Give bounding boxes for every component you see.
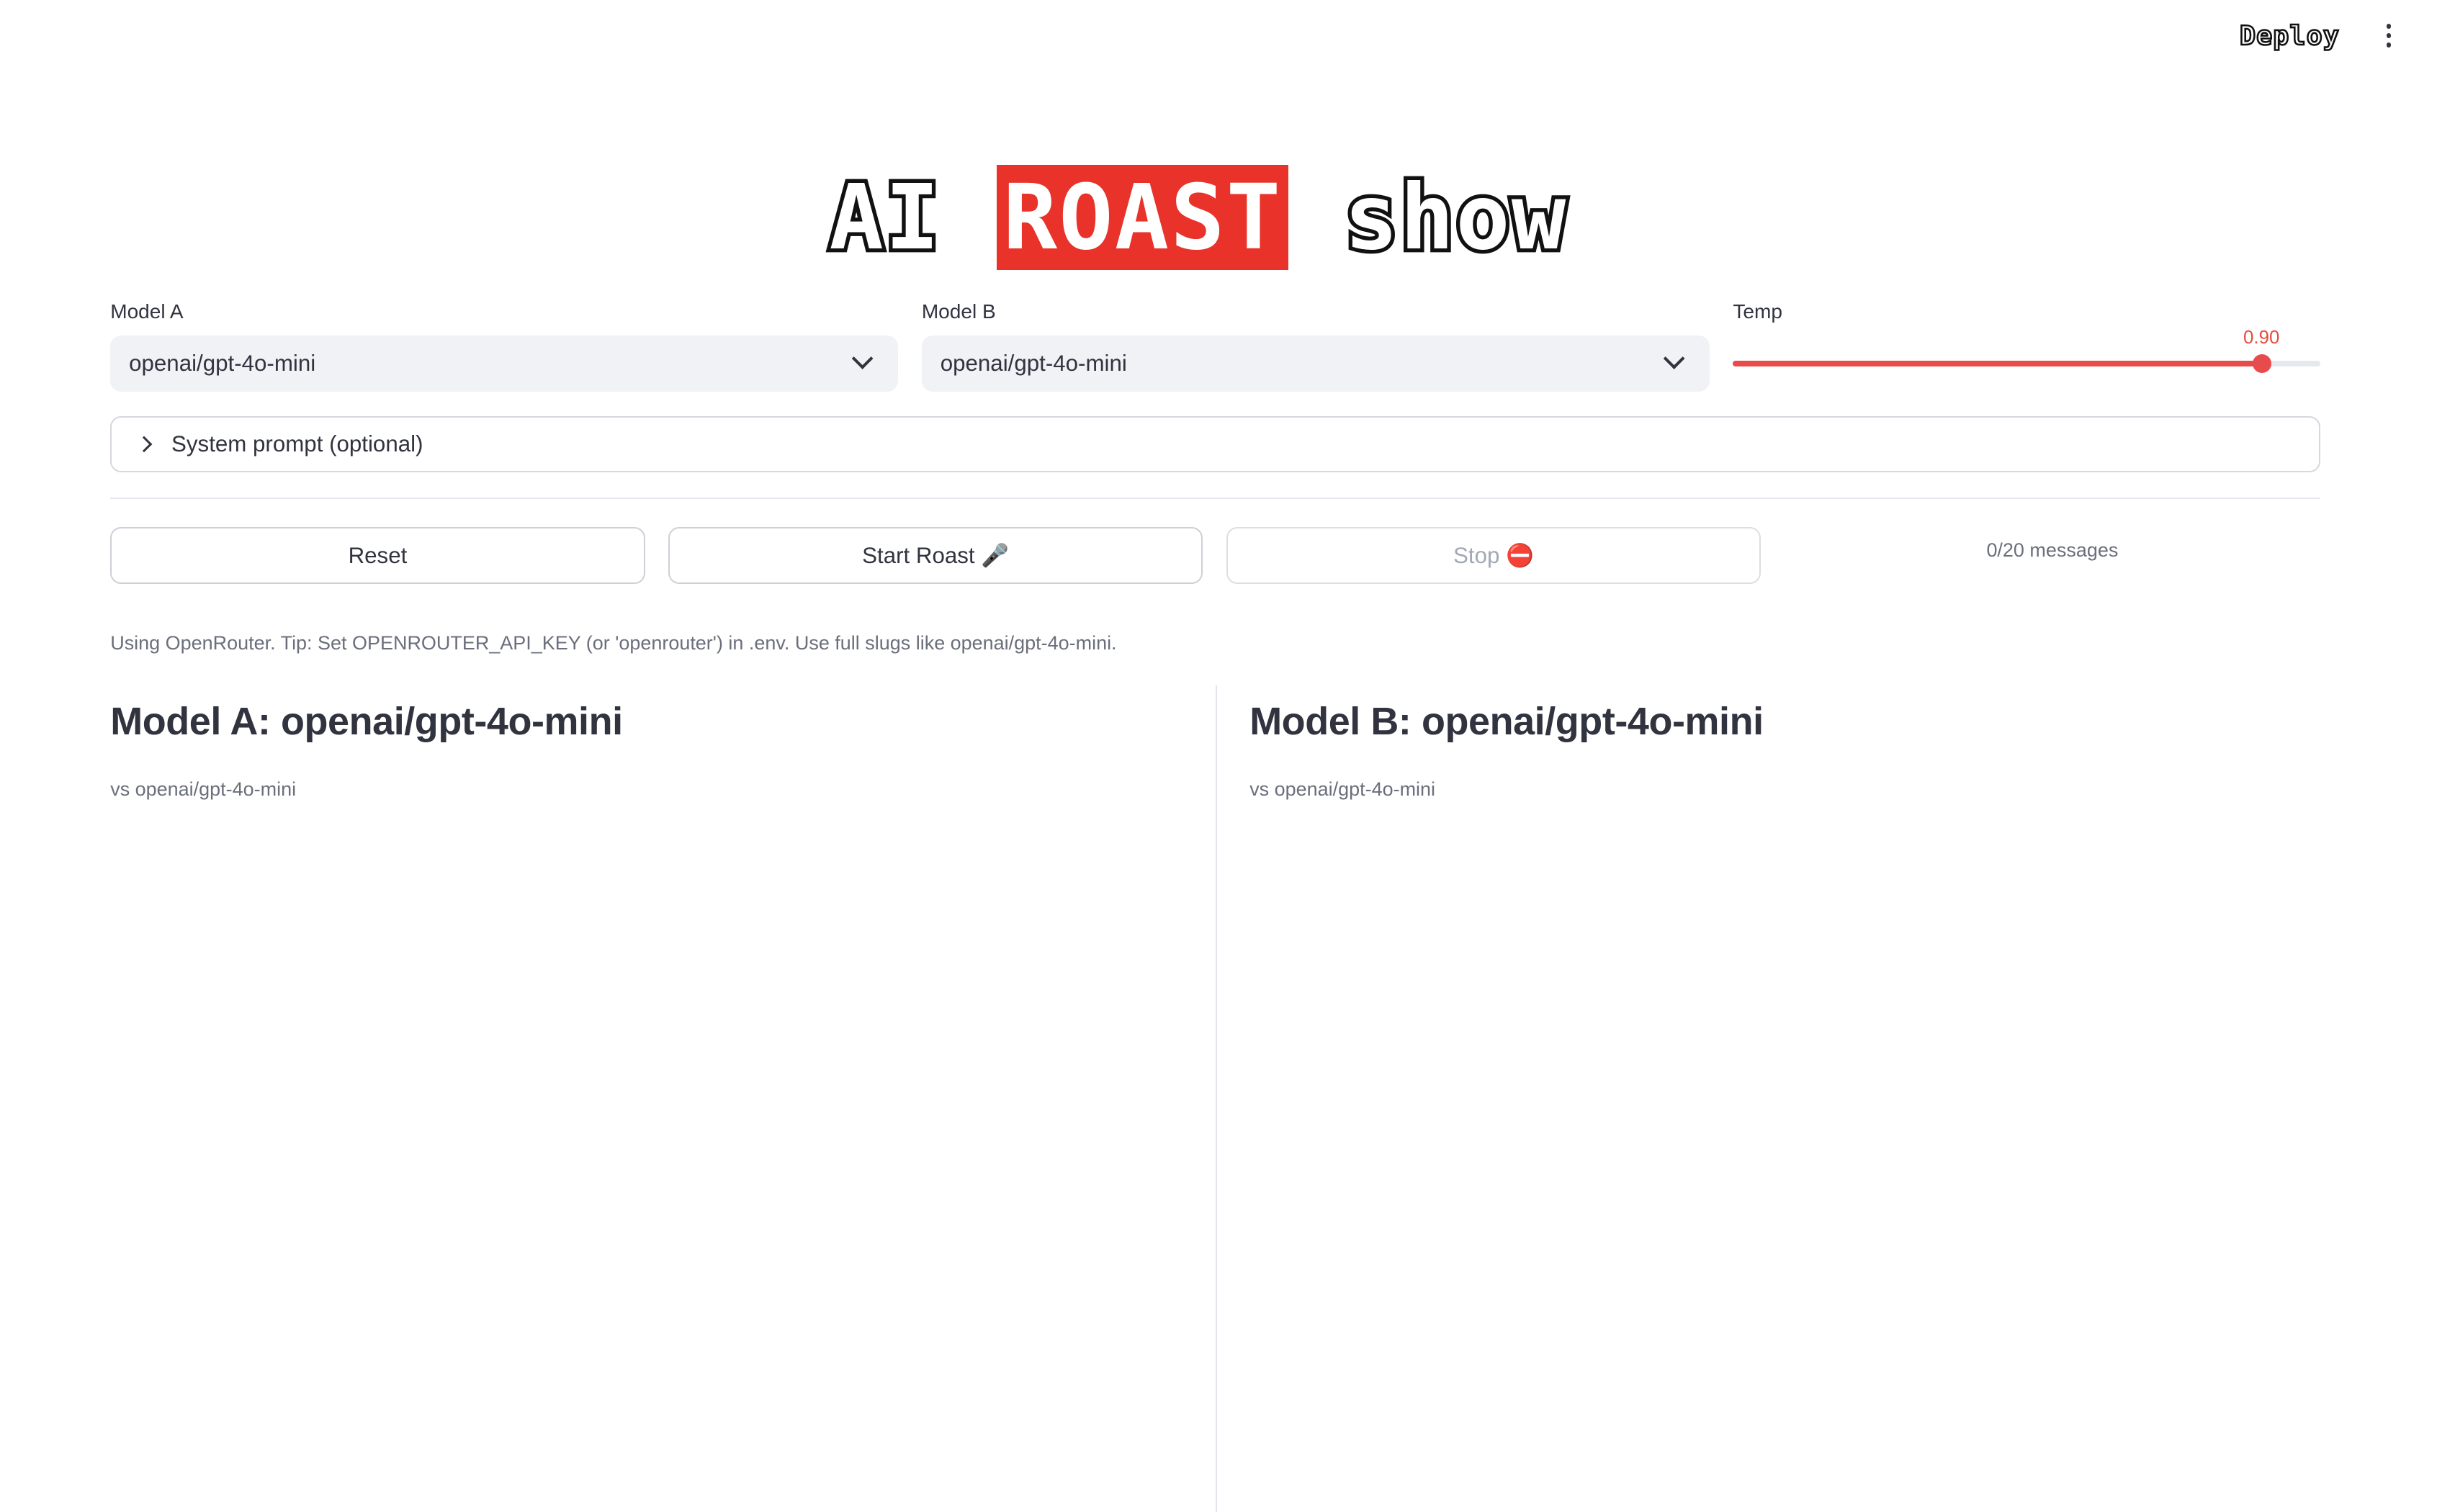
divider bbox=[110, 497, 2321, 499]
app-page: Deploy AI ROAST show Model A openai/gpt-… bbox=[0, 0, 2437, 1512]
openrouter-caption: Using OpenRouter. Tip: Set OPENROUTER_AP… bbox=[110, 632, 1117, 654]
title-part-roast: ROAST bbox=[997, 162, 1288, 273]
model-b-subtitle: vs openai/gpt-4o-mini bbox=[1249, 778, 1436, 801]
temp-label: Temp bbox=[1733, 300, 1782, 323]
temp-slider-thumb[interactable] bbox=[2252, 354, 2271, 373]
chevron-down-icon bbox=[851, 348, 874, 370]
reset-button[interactable]: Reset bbox=[110, 526, 645, 585]
title-part-ai: AI bbox=[825, 161, 997, 274]
title-part-show: show bbox=[1288, 161, 1570, 274]
model-b-heading: Model B: openai/gpt-4o-mini bbox=[1249, 700, 1764, 744]
kebab-menu-icon[interactable] bbox=[2379, 20, 2398, 51]
deploy-button[interactable]: Deploy bbox=[2239, 19, 2340, 53]
model-a-label: Model A bbox=[110, 300, 184, 323]
model-a-select[interactable]: openai/gpt-4o-mini bbox=[110, 336, 899, 392]
page-title: AI ROAST show bbox=[0, 156, 2397, 280]
message-counter: 0/20 messages bbox=[1986, 539, 2119, 561]
model-b-value: openai/gpt-4o-mini bbox=[940, 351, 1127, 376]
temp-slider-fill bbox=[1733, 360, 2262, 367]
temp-slider[interactable] bbox=[1733, 354, 2321, 373]
model-a-value: openai/gpt-4o-mini bbox=[129, 351, 316, 376]
start-roast-button[interactable]: Start Roast 🎤 bbox=[668, 526, 1203, 585]
system-prompt-expander[interactable]: System prompt (optional) bbox=[110, 416, 2321, 473]
model-b-select[interactable]: openai/gpt-4o-mini bbox=[921, 336, 1710, 392]
model-a-subtitle: vs openai/gpt-4o-mini bbox=[110, 778, 297, 801]
chevron-right-icon bbox=[135, 436, 153, 453]
column-divider bbox=[1215, 685, 1217, 1512]
model-a-heading: Model A: openai/gpt-4o-mini bbox=[110, 700, 623, 744]
temp-value: 0.90 bbox=[2243, 328, 2280, 348]
model-b-label: Model B bbox=[921, 300, 996, 323]
system-prompt-label: System prompt (optional) bbox=[171, 431, 423, 457]
chevron-down-icon bbox=[1663, 348, 1685, 370]
stop-button[interactable]: Stop ⛔ bbox=[1226, 526, 1761, 585]
